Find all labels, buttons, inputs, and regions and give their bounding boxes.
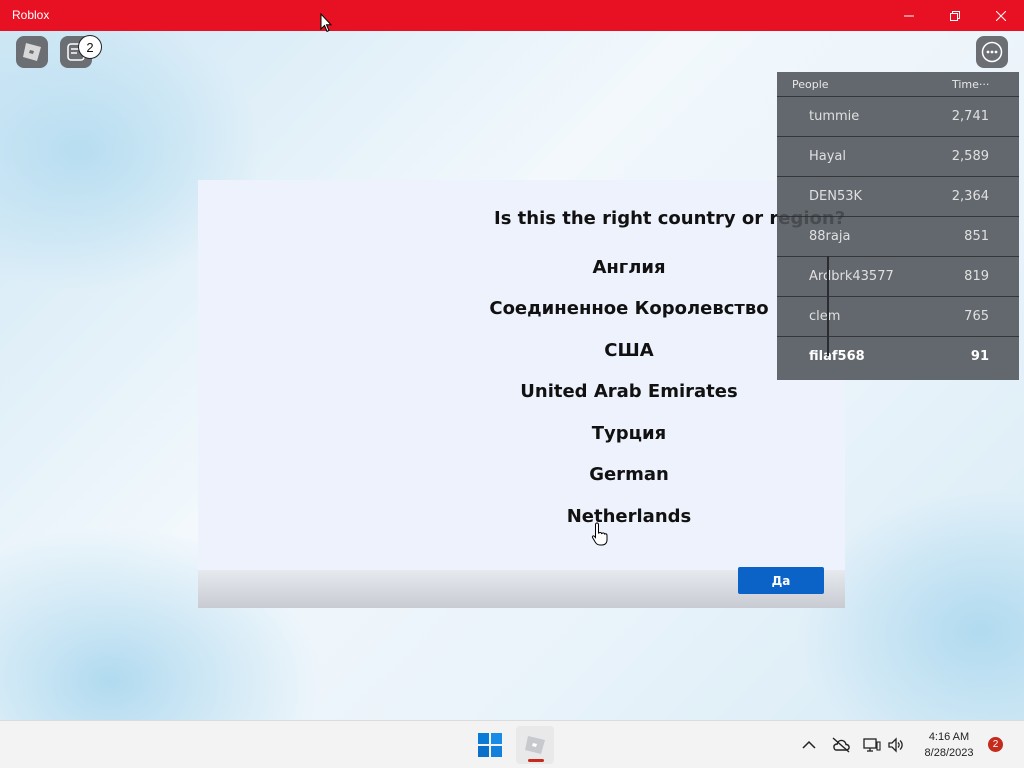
windows-taskbar: 4:16 AM 8/28/2023 2: [0, 720, 1024, 768]
show-hidden-icons-button[interactable]: [800, 735, 818, 755]
leaderboard-row[interactable]: clem 765: [777, 296, 1019, 336]
roblox-menu-button[interactable]: [16, 36, 48, 68]
country-option[interactable]: United Arab Emirates: [429, 381, 829, 402]
title-bar[interactable]: Roblox: [0, 0, 1024, 31]
leaderboard-stat-header: Time···: [952, 78, 990, 91]
roblox-app-icon: [525, 736, 545, 754]
hand-cursor-icon: [591, 522, 608, 546]
volume-icon: [888, 737, 903, 753]
leaderboard-row[interactable]: Ardbrk43577 819: [777, 256, 1019, 296]
leaderboard-row[interactable]: DEN53K 2,364: [777, 176, 1019, 216]
game-viewport[interactable]: 2 Is this the right country or region? А…: [0, 31, 1024, 720]
player-stat: 91: [970, 349, 989, 364]
chevron-up-icon: [802, 740, 816, 749]
roblox-logo-icon: [23, 43, 41, 61]
player-name: tummie: [809, 109, 860, 124]
onedrive-tray-button[interactable]: [830, 735, 852, 755]
player-name: 88raja: [809, 229, 851, 244]
country-option[interactable]: Англия: [429, 257, 829, 278]
country-option[interactable]: Соединенное Королевство: [429, 298, 829, 319]
player-stat: 765: [964, 309, 989, 324]
windows-start-icon: [478, 733, 502, 757]
country-dialog: Is this the right country or region? Анг…: [198, 180, 845, 608]
chat-unread-badge: 2: [78, 35, 102, 59]
start-button[interactable]: [478, 733, 502, 757]
leaderboard-people-header: People: [792, 78, 829, 91]
restore-icon: [950, 10, 960, 21]
player-stat: 819: [964, 269, 989, 284]
leaderboard-row[interactable]: Hayal 2,589: [777, 136, 1019, 176]
player-name: Hayal: [809, 149, 847, 164]
more-options-button[interactable]: [976, 36, 1008, 68]
taskbar-clock[interactable]: 4:16 AM 8/28/2023: [915, 729, 983, 761]
leaderboard-row-self[interactable]: filaf568 91: [777, 336, 1019, 376]
confirm-button[interactable]: Да: [738, 567, 824, 594]
volume-tray-button[interactable]: [886, 735, 906, 755]
close-icon: [996, 10, 1006, 21]
cloud-off-icon: [832, 737, 850, 753]
country-option[interactable]: США: [429, 340, 829, 361]
window-title: Roblox: [12, 8, 50, 22]
country-option[interactable]: German: [429, 464, 829, 485]
leaderboard-row[interactable]: 88raja 851: [777, 216, 1019, 256]
minimize-button[interactable]: [886, 0, 932, 31]
network-tray-button[interactable]: [862, 735, 882, 755]
player-stat: 2,741: [951, 109, 989, 124]
restore-button[interactable]: [932, 0, 978, 31]
player-name: filaf568: [809, 349, 865, 364]
player-stat: 2,589: [951, 149, 989, 164]
country-option[interactable]: Турция: [429, 423, 829, 444]
close-button[interactable]: [978, 0, 1024, 31]
player-name: Ardbrk43577: [809, 269, 894, 284]
leaderboard-header: People Time···: [777, 72, 1019, 96]
dialog-question: Is this the right country or region?: [494, 208, 846, 229]
player-stat: 851: [964, 229, 989, 244]
player-stat: 2,364: [951, 189, 989, 204]
leaderboard-row[interactable]: tummie 2,741: [777, 96, 1019, 136]
active-app-indicator: [528, 759, 544, 762]
clock-time: 4:16 AM: [928, 731, 970, 743]
arrow-cursor-icon: [320, 13, 332, 33]
player-leaderboard[interactable]: People Time··· tummie 2,741 Hayal 2,589 …: [777, 72, 1019, 380]
more-options-icon: [981, 41, 1003, 63]
network-icon: [863, 738, 881, 752]
country-option[interactable]: Netherlands: [429, 506, 829, 527]
leaderboard-scrollbar[interactable]: [827, 256, 829, 356]
player-name: clem: [809, 309, 841, 324]
clock-date: 8/28/2023: [924, 747, 974, 759]
player-name: DEN53K: [809, 189, 863, 204]
notification-badge[interactable]: 2: [988, 737, 1003, 752]
minimize-icon: [904, 15, 914, 16]
